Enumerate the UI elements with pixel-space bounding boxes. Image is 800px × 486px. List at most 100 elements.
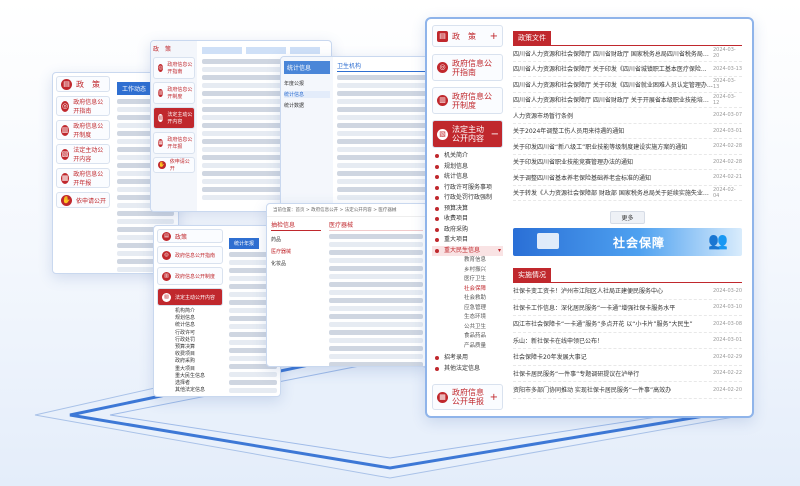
leaf-item[interactable]: 教育信息	[432, 256, 503, 266]
document-icon: ▤	[437, 30, 448, 42]
medical-side-devices[interactable]: 医疗器械	[271, 248, 321, 255]
people-icon: 👥	[708, 231, 728, 250]
stats-side-2[interactable]: 统计信息	[284, 91, 330, 98]
medical-side-drugs[interactable]: 药品	[271, 236, 321, 243]
report-icon: ▦	[437, 391, 448, 403]
sidebar-item-policy[interactable]: ▤ 政 策 +	[432, 25, 503, 47]
top-item-apply[interactable]: ✋ 依申请公开	[153, 157, 195, 173]
mid-item-policy[interactable]: ▤ 政策	[157, 229, 223, 243]
subitem-stats[interactable]: 统计信息	[432, 172, 503, 183]
leaf-item-active[interactable]: 社会保障	[432, 285, 503, 295]
leaf-item[interactable]: 医疗卫生	[432, 275, 503, 285]
sidebar-leaves: 教育信息 乡村振兴 医疗卫生 社会保障 社会救助 应急管理 生态环境 公共卫生 …	[432, 256, 503, 351]
medical-side-cosmetics[interactable]: 化妆品	[271, 260, 321, 267]
subitem-recruit[interactable]: 招考录用	[432, 353, 503, 364]
list-item[interactable]: 社保卡变工资卡！泸州市江阳区人社局正建便民服务中心 2024-03-20	[513, 283, 742, 300]
subitem-org[interactable]: 机关简介	[432, 151, 503, 162]
section-policy-tab[interactable]: 政策文件	[513, 31, 551, 45]
back-item-policy[interactable]: ▤ 政 策	[56, 76, 110, 92]
book-icon: ▥	[437, 95, 448, 106]
mid-leaf[interactable]: 重大民生信息	[175, 373, 223, 380]
list-item[interactable]: 关于转发《人力资源社会保障部 财政部 国家税务总局关于延续实施失业保险援... 2…	[513, 186, 742, 201]
mid-leaf[interactable]: 行政许可	[175, 330, 223, 337]
subitem-livelihood[interactable]: 重大民生信息 ▾	[432, 245, 503, 256]
report-icon: ▦	[158, 139, 164, 147]
list-item[interactable]: 四川省人力资源和社会保障厅 关于印发《四川省就业困难人员认定管理办法》... 20…	[513, 77, 742, 93]
folder-icon: ▧	[61, 148, 70, 160]
back-item-report[interactable]: ▦ 政府信息公开年报	[56, 168, 110, 188]
list-item[interactable]: 四川省人力资源和社会保障厅 四川省财政厅 国家税务总局四川省税务局关于... 20…	[513, 46, 742, 62]
top-item-system[interactable]: ▥ 政府信息公开制度	[153, 82, 195, 104]
sidebar-item-content[interactable]: ▧ 法定主动公开内容 −	[432, 120, 503, 148]
back-item-content[interactable]: ▧ 法定主动公开内容	[56, 144, 110, 164]
leaf-item[interactable]: 应急管理	[432, 304, 503, 314]
list-item[interactable]: 资阳市多部门协同推动 实现社保卡居民服务“一件事”高效办 2024-02-20	[513, 382, 742, 399]
back-item-system[interactable]: ▥ 政府信息公开制度	[56, 120, 110, 140]
leaf-item[interactable]: 生态环境	[432, 313, 503, 323]
subitem-license[interactable]: 行政许可服务事项	[432, 183, 503, 194]
list-item[interactable]: 关于印发四川省“新八级工”职业技能等级制度建设实施方案的通知 2024-02-28	[513, 139, 742, 155]
stats-side-1[interactable]: 年度公报	[284, 80, 330, 87]
stats-tab[interactable]: 卫生机构	[337, 61, 427, 72]
stats-title: 统计信息	[284, 61, 330, 74]
subitem-fees[interactable]: 收费项目	[432, 214, 503, 225]
section-implementation-tab[interactable]: 实施情况	[513, 268, 551, 282]
leaf-item[interactable]: 产品质量	[432, 342, 503, 352]
sidebar-item-annual-report[interactable]: ▦ 政府信息公开年报 +	[432, 384, 503, 410]
top-item-content[interactable]: ▧ 法定主动公开内容	[153, 107, 195, 129]
subitem-other[interactable]: 其他法定信息	[432, 364, 503, 375]
more-button[interactable]: 更多	[610, 211, 645, 224]
document-icon: ▤	[162, 231, 171, 241]
subitem-projects[interactable]: 重大项目	[432, 235, 503, 246]
back-item-guide[interactable]: ◎ 政府信息公开指南	[56, 96, 110, 116]
top-policy-label[interactable]: 政 策	[153, 44, 195, 54]
sidebar-item-system[interactable]: ▥ 政府信息公开制度	[432, 87, 503, 114]
mid-item-content[interactable]: ▧ 法定主动公开内容	[157, 288, 223, 306]
list-item[interactable]: 社会保障卡20年发展大事记 2024-02-29	[513, 349, 742, 366]
mid-leaf[interactable]: 重大项目	[175, 366, 223, 373]
window-medical: 当前位置：首页 > 政府信息公开 > 法定公开内容 > 医疗器械 抽检信息 药品…	[266, 203, 428, 367]
compass-icon: ◎	[61, 100, 70, 112]
subitem-procure[interactable]: 政府采购	[432, 225, 503, 236]
mid-item-system[interactable]: ▥ 政府信息公开制度	[157, 267, 223, 285]
folder-icon: ▧	[162, 292, 171, 302]
banner-title: 社会保障	[613, 236, 666, 250]
compass-icon: ◎	[158, 64, 164, 72]
top-item-report[interactable]: ▦ 政府信息公开年报	[153, 132, 195, 154]
list-item[interactable]: 社保卡居民服务“一件事”专题调研提议在泸举行 2024-02-22	[513, 366, 742, 382]
list-item[interactable]: 关于调整四川省基本养老保险基础养老金标准的通知 2024-02-21	[513, 170, 742, 186]
list-item[interactable]: 人力资源市场暂行条例 2024-03-07	[513, 108, 742, 124]
subitem-budget[interactable]: 预算决算	[432, 204, 503, 215]
leaf-item[interactable]: 公共卫生	[432, 323, 503, 333]
list-item[interactable]: 社保卡工作信息：深化居民服务“一卡通”增强社保卡服务水平 2024-03-10	[513, 300, 742, 316]
mid-item-guide[interactable]: ◎ 政府信息公开指南	[157, 246, 223, 264]
list-item[interactable]: 乐山：新社保卡在线申领已公布！ 2024-03-01	[513, 333, 742, 349]
document-icon: ▤	[61, 78, 72, 90]
leaf-item[interactable]: 社会救助	[432, 294, 503, 304]
leaf-item[interactable]: 食品药品	[432, 332, 503, 342]
book-icon: ▥	[162, 271, 171, 281]
mid-leaf[interactable]: 统计信息	[175, 322, 223, 329]
back-section-tab[interactable]: 工作动态	[117, 82, 152, 95]
list-item[interactable]: 四川省人力资源和社会保障厅 关于印发《四川省城镇职工基本医疗保险... 2024-…	[513, 62, 742, 77]
leaf-item[interactable]: 乡村振兴	[432, 266, 503, 276]
list-item[interactable]: 四川省人力资源和社会保障厅 四川省财政厅 关于开展省本级职业技能培训... 202…	[513, 93, 742, 108]
subitem-plan[interactable]: 规划信息	[432, 162, 503, 173]
top-item-guide[interactable]: ◎ 政府信息公开指南	[153, 57, 195, 79]
mid-leaf[interactable]: 其他法定信息	[175, 387, 223, 394]
policy-list: 四川省人力资源和社会保障厅 四川省财政厅 国家税务总局四川省税务局关于... 20…	[513, 46, 742, 201]
subitem-penalty[interactable]: 行政处罚行政强制	[432, 193, 503, 204]
list-item[interactable]: 关于2024年调整工伤人员用来待遇的通知 2024-03-01	[513, 124, 742, 139]
social-security-banner[interactable]: 社会保障 👥	[513, 228, 742, 256]
list-item[interactable]: 关于印发四川省职业技能竞赛管理办法的通知 2024-02-28	[513, 155, 742, 170]
breadcrumb: 当前位置：首页 > 政府信息公开 > 法定公开内容 > 医疗器械	[267, 204, 427, 217]
sidebar-item-guide[interactable]: ◎ 政府信息公开指南	[432, 54, 503, 81]
medical-active-tab[interactable]: 医疗器械	[329, 220, 423, 231]
plus-icon: +	[489, 391, 498, 403]
mid-tab[interactable]: 统计年报	[229, 238, 260, 249]
list-item[interactable]: 四江市社会保障卡“一卡通”服务“多点开花 以“小卡片”服务“大民生” 2024-0…	[513, 316, 742, 333]
mid-leaf[interactable]: 政府采购	[175, 358, 223, 365]
mid-leaf[interactable]: 行政处罚	[175, 337, 223, 344]
back-item-apply[interactable]: ✋ 依申请公开	[56, 192, 110, 208]
stats-side-3[interactable]: 统计数据	[284, 102, 330, 109]
